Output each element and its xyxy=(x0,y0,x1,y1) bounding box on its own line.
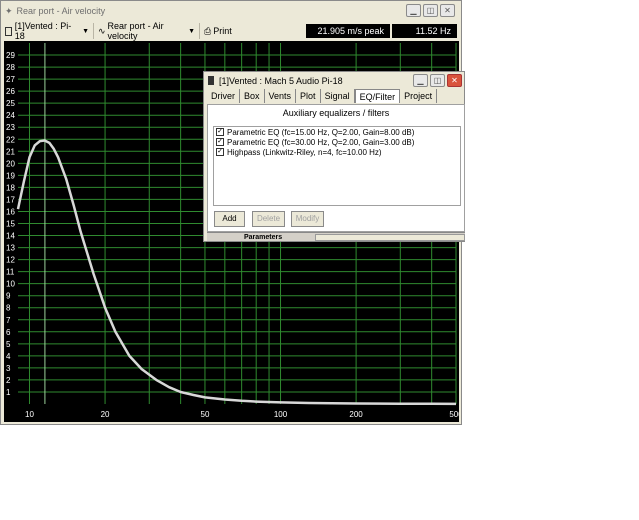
tab-eq-filter[interactable]: EQ/Filter xyxy=(354,89,401,103)
chevron-down-icon: ▼ xyxy=(188,27,195,35)
graph-select[interactable]: ∿ Rear port - Air velocity ▼ xyxy=(94,21,200,41)
window-title: Rear port - Air velocity xyxy=(16,6,106,16)
close-button[interactable]: ✕ xyxy=(440,4,455,17)
y-tick-label: 20 xyxy=(6,159,15,168)
y-tick-label: 6 xyxy=(6,328,11,337)
dialog-minimize-button[interactable]: ▁ xyxy=(413,74,428,87)
y-tick-label: 26 xyxy=(6,87,15,96)
tab-signal[interactable]: Signal xyxy=(321,89,355,103)
checkbox[interactable]: ✓ xyxy=(216,128,224,136)
project-select-value: [1]Vented : Pi-18 xyxy=(14,21,72,41)
peak-readout: 21.905 m/s peak xyxy=(306,24,390,38)
filter-label: Parametric EQ (fc=30.00 Hz, Q=2.00, Gain… xyxy=(227,137,415,147)
x-tick-label: 50 xyxy=(201,410,210,419)
dialog-caption-buttons: ▁ ◫ ✕ xyxy=(413,74,462,87)
print-button[interactable]: ⎙ Print xyxy=(200,23,240,39)
list-item[interactable]: ✓ Parametric EQ (fc=15.00 Hz, Q=2.00, Ga… xyxy=(214,127,460,137)
caption-buttons: ▁ ◫ ✕ xyxy=(406,4,455,17)
dialog-tabs: Driver Box Vents Plot Signal EQ/Filter P… xyxy=(207,89,438,104)
frequency-readout: 11.52 Hz xyxy=(392,24,457,38)
restore-button[interactable]: ◫ xyxy=(423,4,438,17)
y-tick-label: 24 xyxy=(6,111,15,120)
y-tick-label: 14 xyxy=(6,232,15,241)
y-tick-label: 18 xyxy=(6,183,15,192)
y-tick-label: 19 xyxy=(6,171,15,180)
y-tick-label: 22 xyxy=(6,135,15,144)
dialog-title-bar[interactable]: [1]Vented : Mach 5 Audio Pi-18 ▁ ◫ ✕ xyxy=(204,72,464,89)
tab-box[interactable]: Box xyxy=(240,89,265,103)
y-tick-label: 1 xyxy=(6,388,11,397)
chevron-down-icon: ▼ xyxy=(82,27,89,35)
y-tick-label: 9 xyxy=(6,292,11,301)
y-tick-label: 16 xyxy=(6,207,15,216)
tab-driver[interactable]: Driver xyxy=(207,89,240,103)
dialog-restore-button[interactable]: ◫ xyxy=(430,74,445,87)
section-header: Auxiliary equalizers / filters xyxy=(282,108,390,118)
dialog-title: [1]Vented : Mach 5 Audio Pi-18 xyxy=(219,75,343,86)
document-icon xyxy=(208,76,214,85)
y-tick-label: 12 xyxy=(6,256,15,265)
project-select[interactable]: [1]Vented : Pi-18 ▼ xyxy=(1,21,94,41)
list-item[interactable]: ✓ Parametric EQ (fc=30.00 Hz, Q=2.00, Ga… xyxy=(214,137,460,147)
eq-filter-panel: Auxiliary equalizers / filters ✓ Paramet… xyxy=(207,104,465,232)
printer-icon: ⎙ xyxy=(204,25,212,36)
y-tick-label: 29 xyxy=(6,51,15,60)
y-tick-label: 4 xyxy=(6,352,11,361)
y-tick-label: 2 xyxy=(6,376,11,385)
parameters-label: Parameters xyxy=(244,234,283,241)
checkbox[interactable]: ✓ xyxy=(216,148,224,156)
dialog-close-button[interactable]: ✕ xyxy=(447,74,462,87)
tab-vents[interactable]: Vents xyxy=(265,89,297,103)
y-tick-label: 28 xyxy=(6,63,15,72)
x-tick-label: 20 xyxy=(101,410,110,419)
y-tick-label: 27 xyxy=(6,75,15,84)
y-tick-label: 3 xyxy=(6,364,11,373)
y-tick-label: 10 xyxy=(6,280,15,289)
speaker-dialog: [1]Vented : Mach 5 Audio Pi-18 ▁ ◫ ✕ Dri… xyxy=(203,71,465,242)
y-tick-label: 13 xyxy=(6,244,15,253)
x-tick-label: 10 xyxy=(25,410,34,419)
checkbox[interactable]: ✓ xyxy=(216,138,224,146)
y-tick-label: 8 xyxy=(6,304,11,313)
list-item[interactable]: ✓ Highpass (Linkwitz-Riley, n=4, fc=10.0… xyxy=(214,147,460,157)
x-tick-label: 500 xyxy=(449,410,459,419)
graph-select-value: Rear port - Air velocity xyxy=(107,21,164,41)
y-tick-label: 23 xyxy=(6,123,15,132)
parameters-bar: Parameters xyxy=(207,232,465,241)
x-tick-label: 200 xyxy=(349,410,363,419)
tab-project[interactable]: Project xyxy=(400,89,438,103)
filter-label: Highpass (Linkwitz-Riley, n=4, fc=10.00 … xyxy=(227,147,382,157)
minimize-button[interactable]: ▁ xyxy=(406,4,421,17)
y-tick-label: 5 xyxy=(6,340,11,349)
app-icon: ✦ xyxy=(5,5,13,16)
y-tick-label: 7 xyxy=(6,316,11,325)
y-tick-label: 11 xyxy=(6,268,15,277)
filter-list[interactable]: ✓ Parametric EQ (fc=15.00 Hz, Q=2.00, Ga… xyxy=(213,126,461,206)
filter-label: Parametric EQ (fc=15.00 Hz, Q=2.00, Gain… xyxy=(227,127,415,137)
parameters-strip xyxy=(315,234,465,241)
waveform-icon: ∿ xyxy=(98,25,106,36)
y-tick-label: 17 xyxy=(6,195,15,204)
modify-button[interactable]: Modify xyxy=(291,211,324,227)
project-icon xyxy=(5,26,12,36)
tab-plot[interactable]: Plot xyxy=(296,89,321,103)
add-button[interactable]: Add xyxy=(214,211,245,227)
title-bar[interactable]: ✦ Rear port - Air velocity ▁ ◫ ✕ xyxy=(1,1,461,21)
print-label: Print xyxy=(213,26,232,36)
x-tick-label: 100 xyxy=(274,410,288,419)
y-tick-label: 15 xyxy=(6,220,15,229)
y-tick-label: 21 xyxy=(6,147,15,156)
delete-button[interactable]: Delete xyxy=(252,211,285,227)
y-tick-label: 25 xyxy=(6,99,15,108)
